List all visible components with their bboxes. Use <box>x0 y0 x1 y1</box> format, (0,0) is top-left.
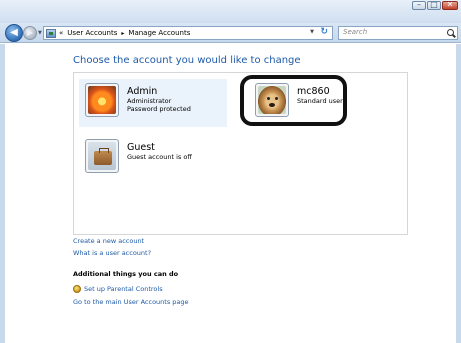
recent-pages-dropdown-icon[interactable]: ▼ <box>38 30 42 36</box>
create-account-link[interactable]: Create a new account <box>73 237 144 245</box>
page-title: Choose the account you would like to cha… <box>73 55 301 66</box>
account-guest[interactable]: Guest Guest account is off <box>79 135 227 183</box>
main-page-link[interactable]: Go to the main User Accounts page <box>73 298 189 306</box>
flower-picture-icon <box>88 86 116 114</box>
account-name: Guest <box>127 142 155 153</box>
close-button[interactable]: ✕ <box>442 0 458 10</box>
back-arrow-icon: ◀ <box>10 27 18 38</box>
forward-arrow-icon: ▶ <box>26 28 34 37</box>
forward-button[interactable]: ▶ <box>23 26 37 40</box>
back-button[interactable]: ◀ <box>5 24 23 42</box>
additional-things-heading: Additional things you can do <box>73 270 179 278</box>
highlight-annotation-ring <box>240 75 347 126</box>
title-bar: – □ ✕ <box>0 0 461 23</box>
account-type: Administrator <box>127 97 172 105</box>
avatar <box>85 139 119 173</box>
account-status: Password protected <box>127 105 191 113</box>
briefcase-picture-icon <box>88 142 116 170</box>
navigation-bar: ◀ ▶ ▼ « User Accounts ▸ Manage Accounts … <box>0 23 461 43</box>
what-is-account-link[interactable]: What is a user account? <box>73 249 151 257</box>
avatar <box>85 83 119 117</box>
maximize-icon: □ <box>430 0 438 9</box>
search-placeholder: Search <box>343 28 368 36</box>
parental-controls-icon <box>73 285 81 293</box>
maximize-button[interactable]: □ <box>427 0 441 10</box>
account-admin[interactable]: Admin Administrator Password protected <box>79 79 227 127</box>
breadcrumb-user-accounts[interactable]: User Accounts <box>67 29 117 37</box>
close-icon: ✕ <box>446 0 454 9</box>
address-dropdown-icon[interactable]: ▼ <box>310 29 314 35</box>
minimize-icon: – <box>417 0 421 9</box>
breadcrumb-manage-accounts[interactable]: Manage Accounts <box>128 29 190 37</box>
window-controls: – □ ✕ <box>412 0 458 10</box>
breadcrumb-prefix[interactable]: « <box>59 29 63 37</box>
search-icon[interactable] <box>447 29 454 36</box>
parental-controls-link[interactable]: Set up Parental Controls <box>84 285 163 293</box>
breadcrumb-separator-icon[interactable]: ▸ <box>121 30 124 37</box>
account-name: Admin <box>127 86 158 97</box>
minimize-button[interactable]: – <box>412 0 426 10</box>
account-type: Guest account is off <box>127 153 192 161</box>
refresh-icon[interactable]: ↻ <box>320 27 328 37</box>
search-input[interactable]: Search <box>338 26 458 40</box>
address-bar[interactable]: « User Accounts ▸ Manage Accounts ▼ ↻ <box>43 26 333 40</box>
control-panel-icon <box>46 28 56 38</box>
